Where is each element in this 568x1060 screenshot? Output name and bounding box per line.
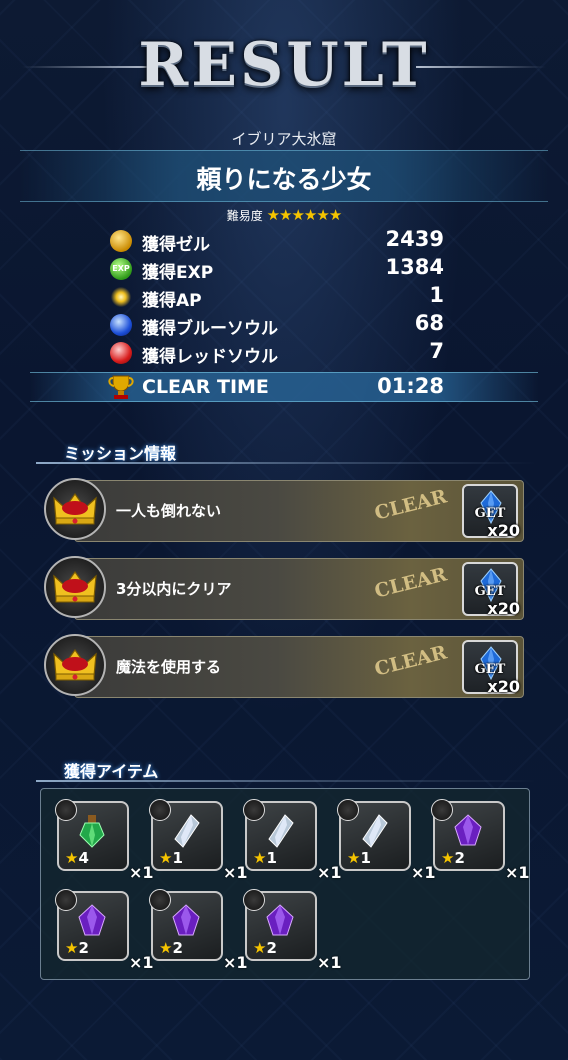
item-tile[interactable]: ★2 ×1 [147, 887, 248, 972]
items-section-divider [36, 780, 536, 782]
reward-row-blue-soul: 獲得ブルーソウル 68 [100, 310, 450, 339]
mission-reward-label: GET [474, 506, 506, 521]
exp-icon: EXP [110, 258, 132, 280]
mission-text: 一人も倒れない [116, 502, 222, 520]
mission-row: 魔法を使用する CLEAR GET x20 [44, 630, 524, 700]
item-tile[interactable]: ★2 ×1 [241, 887, 342, 972]
mission-reward-count: x20 [487, 599, 520, 618]
purple-crystal-icon [454, 814, 482, 846]
item-quantity: ×1 [505, 863, 530, 882]
item-type-icon [337, 799, 359, 821]
reward-label: 獲得AP [142, 291, 202, 311]
mission-row: 一人も倒れない CLEAR GET x20 [44, 474, 524, 544]
ap-sparkle-icon [110, 286, 132, 308]
red-soul-icon [110, 342, 132, 364]
mission-reward-count: x20 [487, 677, 520, 696]
item-type-icon [149, 799, 171, 821]
item-tile[interactable]: ★2 ×1 [53, 887, 154, 972]
dungeon-name: イブリア大氷窟 [231, 130, 337, 148]
clear-time-value: 01:28 [377, 374, 444, 398]
item-rarity: ★1 [253, 849, 277, 867]
item-rarity: ★1 [347, 849, 371, 867]
mission-text: 3分以内にクリア [116, 580, 232, 598]
items-panel: ★4 ×1 ★1 ×1 ★1 ×1 ★1 ×1 ★2 ×1 ★2 ×1 ★2 ×… [40, 788, 530, 980]
crown-icon [44, 634, 106, 696]
reward-value: 1384 [385, 255, 444, 279]
mission-reward: GET x20 [462, 562, 520, 618]
green-potion-icon [79, 815, 105, 848]
reward-row-red-soul: 獲得レッドソウル 7 [100, 338, 450, 367]
item-rarity: ★2 [253, 939, 277, 957]
item-rarity: ★2 [65, 939, 89, 957]
reward-value: 7 [429, 339, 444, 363]
purple-crystal-icon [172, 904, 200, 936]
mission-reward: GET x20 [462, 484, 520, 540]
silver-crystal-icon [268, 814, 294, 848]
result-title: RESULT [138, 30, 430, 100]
item-type-icon [55, 799, 77, 821]
mission-text: 魔法を使用する [116, 658, 222, 676]
difficulty-label: 難易度 [226, 209, 263, 223]
item-type-icon [243, 799, 265, 821]
item-rarity: ★2 [159, 939, 183, 957]
item-rarity: ★2 [441, 849, 465, 867]
silver-crystal-icon [174, 814, 200, 848]
item-tile[interactable]: ★4 ×1 [53, 797, 154, 882]
item-type-icon [431, 799, 453, 821]
item-rarity: ★4 [65, 849, 89, 867]
item-quantity: ×1 [317, 953, 342, 972]
reward-row-ap: 獲得AP 1 [100, 282, 450, 311]
crown-icon [44, 478, 106, 540]
item-type-icon [55, 889, 77, 911]
item-rarity: ★1 [159, 849, 183, 867]
reward-value: 2439 [385, 227, 444, 251]
reward-label: 獲得ゼル [142, 235, 210, 255]
item-type-icon [243, 889, 265, 911]
item-tile[interactable]: ★1 ×1 [147, 797, 248, 882]
crown-icon [44, 556, 106, 618]
item-type-icon [149, 889, 171, 911]
difficulty: 難易度 ★★★★★★ [0, 206, 568, 224]
reward-label: 獲得EXP [142, 263, 214, 283]
mission-reward-label: GET [474, 584, 506, 599]
reward-label: 獲得レッドソウル [142, 347, 278, 367]
item-tile[interactable]: ★1 ×1 [241, 797, 342, 882]
clear-time-label: CLEAR TIME [142, 376, 269, 398]
mission-reward-count: x20 [487, 521, 520, 540]
mission-row: 3分以内にクリア CLEAR GET x20 [44, 552, 524, 622]
items-section-title: 獲得アイテム [64, 762, 159, 781]
reward-label: 獲得ブルーソウル [142, 319, 278, 339]
gil-coin-icon [110, 230, 132, 252]
blue-soul-icon [110, 314, 132, 336]
reward-value: 68 [414, 311, 444, 335]
mission-reward: GET x20 [462, 640, 520, 696]
difficulty-stars: ★★★★★★ [266, 206, 343, 224]
purple-crystal-icon [266, 904, 294, 936]
trophy-icon [106, 372, 136, 402]
purple-crystal-icon [78, 904, 106, 936]
reward-row-exp: EXP 獲得EXP 1384 [100, 254, 450, 283]
missions-section-divider [36, 462, 536, 464]
reward-row-gil: 獲得ゼル 2439 [100, 226, 450, 255]
item-tile[interactable]: ★1 ×1 [335, 797, 436, 882]
quest-name: 頼りになる少女 [196, 165, 372, 194]
reward-value: 1 [429, 283, 444, 307]
mission-reward-label: GET [474, 662, 506, 677]
missions-section-title: ミッション情報 [64, 444, 177, 463]
silver-crystal-icon [362, 814, 388, 848]
item-tile[interactable]: ★2 ×1 [429, 797, 530, 882]
